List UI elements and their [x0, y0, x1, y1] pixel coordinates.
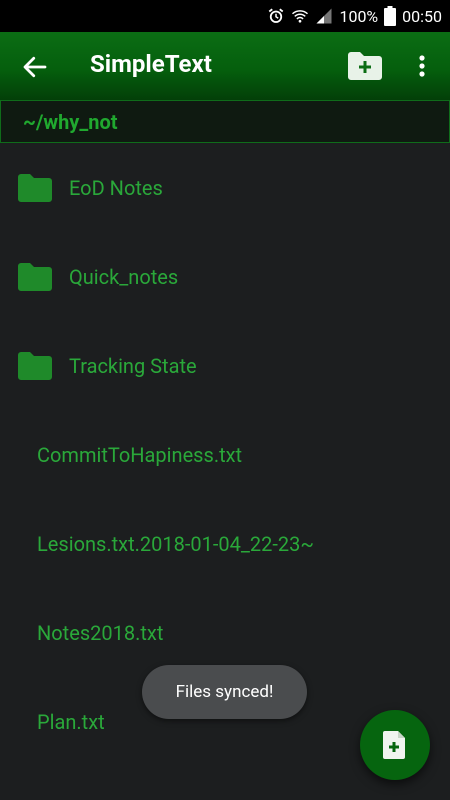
clock: 00:50 — [402, 6, 442, 26]
folder-name: Quick_notes — [69, 264, 179, 289]
folder-icon — [18, 262, 52, 291]
folder-name: EoD Notes — [69, 175, 163, 200]
file-name: Plan.txt — [37, 709, 105, 734]
file-item[interactable]: Lesions.txt.2018-01-04_22-23~ — [0, 499, 450, 588]
file-name: Notes2018.txt — [37, 620, 164, 645]
toast-message: Files synced! — [142, 665, 307, 719]
app-title: SimpleText — [90, 50, 212, 78]
folder-item[interactable]: EoD Notes — [0, 143, 450, 232]
signal-icon — [315, 7, 333, 25]
new-folder-icon[interactable] — [346, 48, 384, 84]
path-breadcrumb: ~/why_not — [0, 100, 450, 143]
file-name: Lesions.txt.2018-01-04_22-23~ — [37, 531, 314, 556]
app-bar: SimpleText — [0, 32, 450, 100]
file-item[interactable]: Notes2018.txt — [0, 588, 450, 677]
folder-item[interactable]: Tracking State — [0, 321, 450, 410]
new-file-button[interactable] — [360, 710, 430, 780]
file-item[interactable]: CommitToHapiness.txt — [0, 410, 450, 499]
more-vert-icon[interactable] — [408, 48, 436, 84]
back-arrow-icon[interactable] — [18, 50, 52, 84]
folder-name: Tracking State — [69, 353, 197, 378]
folder-icon — [18, 173, 52, 202]
status-bar: 100% 00:50 — [0, 0, 450, 32]
folder-icon — [18, 351, 52, 380]
folder-item[interactable]: Quick_notes — [0, 232, 450, 321]
battery-percent: 100% — [339, 6, 379, 26]
alarm-icon — [267, 7, 285, 25]
new-file-icon — [383, 731, 405, 759]
file-name: CommitToHapiness.txt — [37, 442, 243, 467]
battery-icon — [384, 6, 397, 26]
wifi-icon — [291, 7, 309, 25]
